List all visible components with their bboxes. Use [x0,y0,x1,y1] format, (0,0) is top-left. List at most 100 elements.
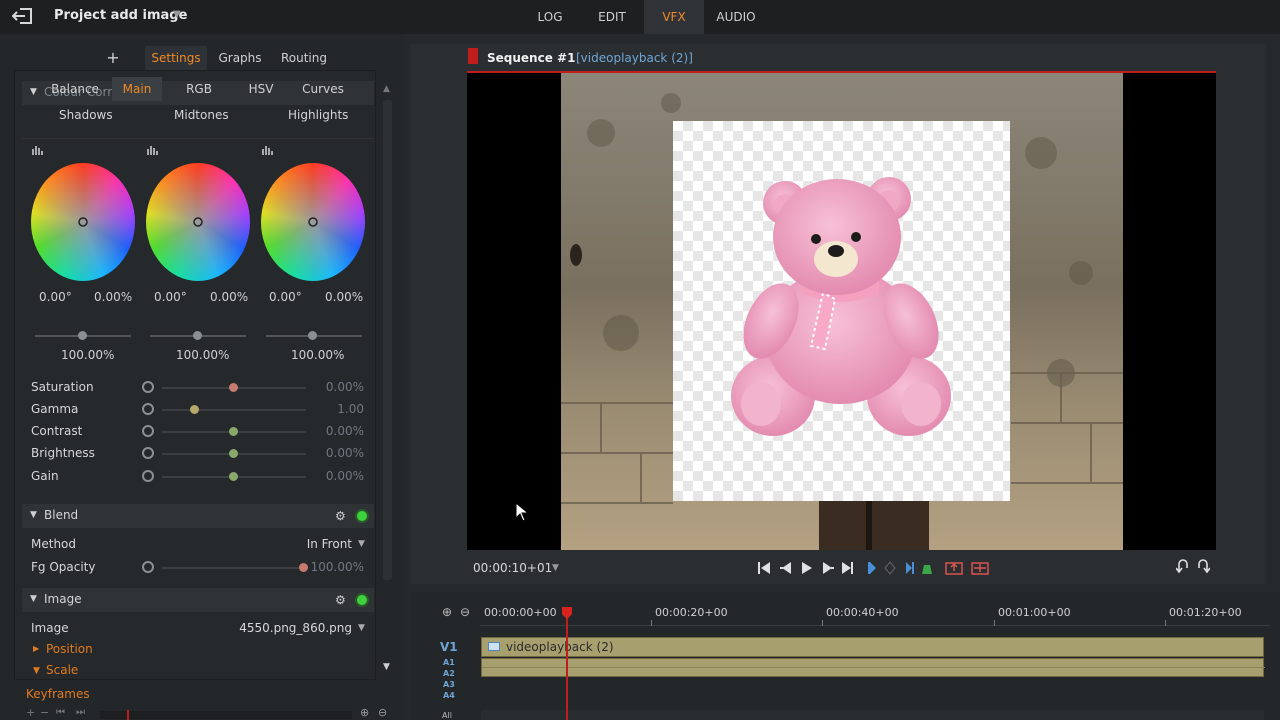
tab-settings[interactable]: Settings [145,46,207,70]
gamma-value[interactable]: 1.00 [300,402,364,416]
tab-audio[interactable]: AUDIO [706,0,766,34]
midtones-hue[interactable]: 0.00° [154,290,187,304]
subtab-rgb[interactable]: RGB [176,77,222,101]
project-title[interactable]: Project add image [54,8,187,23]
subtab-balance[interactable]: Balance [48,77,102,101]
redo-icon[interactable] [1196,558,1210,574]
remove-keyframe-icon[interactable]: − [40,706,49,719]
zoom-out-icon[interactable]: ⊖ [460,605,470,619]
zoom-in-icon[interactable]: ⊕ [360,706,369,719]
midtones-level[interactable]: 100.00% [176,348,229,362]
panel-scrollbar[interactable]: ▲ ▼ [380,84,394,676]
shadows-sat[interactable]: 0.00% [94,290,132,304]
highlights-hue[interactable]: 0.00° [269,290,302,304]
shadows-wheel[interactable] [31,163,135,281]
position-group[interactable]: Position [46,642,93,656]
fg-opacity-slider[interactable] [162,567,306,569]
gain-knob[interactable] [229,472,238,481]
highlights-wheel[interactable] [261,163,365,281]
saturation-value[interactable]: 0.00% [300,380,364,394]
expand-icon[interactable]: ▶ [33,644,39,653]
tab-routing[interactable]: Routing [276,46,332,70]
highlights-level[interactable]: 100.00% [291,348,344,362]
highlights-sat[interactable]: 0.00% [325,290,363,304]
scroll-thumb[interactable] [383,100,392,580]
saturation-reset-icon[interactable] [142,381,154,393]
all-tracks-label[interactable]: All [442,711,452,720]
exit-icon[interactable] [12,8,34,24]
scroll-up-icon[interactable]: ▲ [383,84,390,94]
video-clip[interactable]: videoplayback (2) [481,637,1264,657]
contrast-value[interactable]: 0.00% [300,424,364,438]
fg-opacity-reset-icon[interactable] [142,561,154,573]
gear-icon[interactable]: ⚙ [335,509,346,523]
timeline-scrollbar[interactable] [481,710,1264,720]
brightness-reset-icon[interactable] [142,447,154,459]
playhead[interactable] [566,615,568,720]
gamma-knob[interactable] [190,405,199,414]
mouse-cursor-icon [515,502,529,522]
gain-reset-icon[interactable] [142,470,154,482]
gamma-label: Gamma [31,402,79,416]
collapse-icon[interactable]: ▼ [30,594,37,604]
zoom-in-icon[interactable]: ⊕ [442,605,452,619]
subtab-curves[interactable]: Curves [298,77,348,101]
highlights-level-knob[interactable] [308,331,317,340]
enabled-indicator-icon[interactable] [357,595,367,605]
audio-clip[interactable] [481,658,1265,677]
image-header[interactable]: ▼ Image ⚙ [22,588,374,612]
zoom-out-icon[interactable]: ⊖ [378,706,387,719]
chevron-down-icon[interactable]: ▼ [358,623,365,633]
project-menu-caret-icon[interactable]: ▼ [173,9,181,20]
brightness-knob[interactable] [229,449,238,458]
collapse-icon[interactable]: ▼ [30,510,37,520]
subtab-hsv[interactable]: HSV [238,77,284,101]
shadows-level-knob[interactable] [78,331,87,340]
gear-icon[interactable]: ⚙ [335,593,346,607]
contrast-knob[interactable] [229,427,238,436]
timecode-dropdown-icon[interactable]: ▼ [552,563,559,573]
midtones-sat[interactable]: 0.00% [210,290,248,304]
scale-group[interactable]: Scale [46,663,78,677]
track-header-v1[interactable]: V1 [440,640,458,654]
add-effect-button[interactable]: + [100,46,126,70]
image-file-dropdown[interactable]: 4550.png_860.png [230,621,352,635]
brightness-value[interactable]: 0.00% [300,446,364,460]
undo-icon[interactable] [1176,558,1190,574]
highlights-histogram-icon[interactable] [262,145,273,155]
fg-opacity-value[interactable]: 100.00% [300,560,364,574]
method-dropdown[interactable]: In Front [300,537,352,551]
midtones-histogram-icon[interactable] [147,145,158,155]
keyframe-track[interactable] [100,711,352,719]
track-header-a1[interactable]: A1 [443,658,455,667]
tab-log[interactable]: LOG [520,0,580,34]
contrast-reset-icon[interactable] [142,425,154,437]
shadows-hue[interactable]: 0.00° [39,290,72,304]
track-header-a2[interactable]: A2 [443,669,455,678]
image-overlay[interactable] [673,121,1010,501]
subtab-main[interactable]: Main [112,77,162,101]
enabled-indicator-icon[interactable] [357,511,367,521]
tab-edit[interactable]: EDIT [582,0,642,34]
tab-graphs[interactable]: Graphs [212,46,268,70]
scroll-down-icon[interactable]: ▼ [383,662,390,672]
gamma-reset-icon[interactable] [142,403,154,415]
gamma-slider[interactable] [162,409,306,411]
collapse-icon[interactable]: ▼ [30,87,37,97]
midtones-level-knob[interactable] [193,331,202,340]
gain-value[interactable]: 0.00% [300,469,364,483]
chevron-down-icon[interactable]: ▼ [358,539,365,549]
blend-header[interactable]: ▼ Blend ⚙ [22,504,374,528]
prev-keyframe-icon[interactable]: ⏮ [56,707,65,718]
add-keyframe-icon[interactable]: + [26,706,35,719]
shadows-level[interactable]: 100.00% [61,348,114,362]
track-header-a3[interactable]: A3 [443,680,455,689]
track-header-a4[interactable]: A4 [443,691,455,700]
collapse-icon[interactable]: ▼ [33,666,40,676]
next-keyframe-icon[interactable]: ⏭ [76,707,85,718]
shadows-histogram-icon[interactable] [32,145,43,155]
midtones-wheel[interactable] [146,163,250,281]
viewer-timecode[interactable]: 00:00:10+01 [473,561,552,575]
tab-vfx[interactable]: VFX [644,0,704,34]
saturation-knob[interactable] [229,383,238,392]
